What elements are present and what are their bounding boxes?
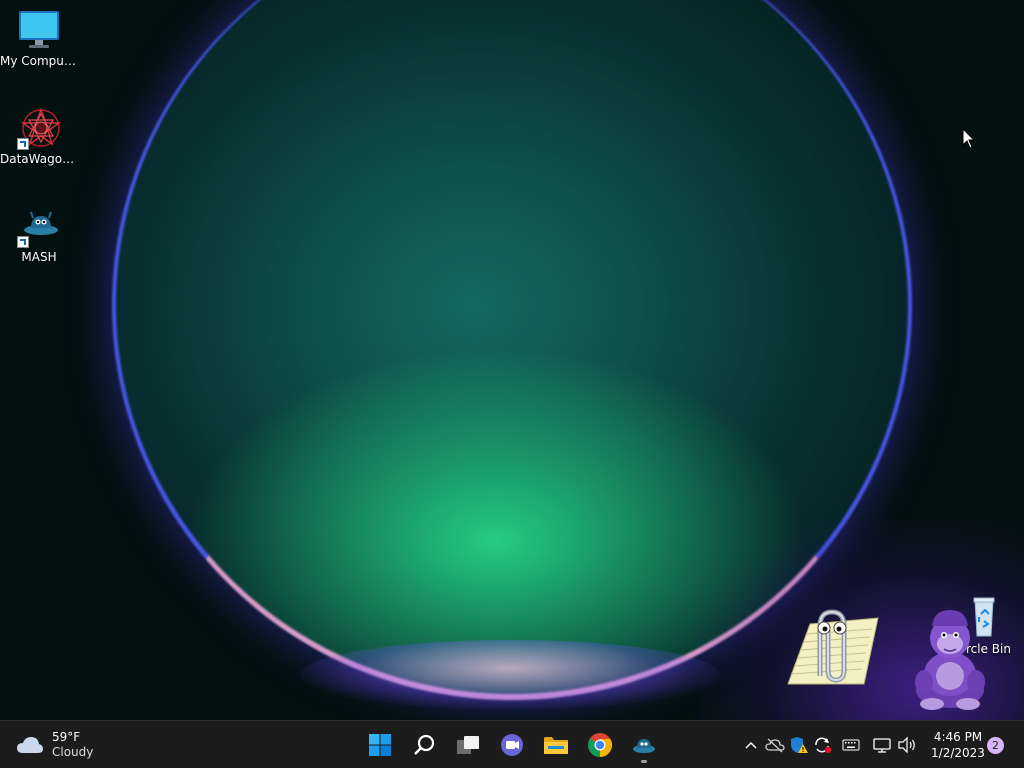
onedrive-offline-icon [765, 738, 785, 753]
sync-tray-button[interactable] [812, 733, 834, 757]
security-warning-icon [791, 737, 808, 753]
mouse-cursor-icon [962, 127, 976, 154]
weather-condition: Cloudy [52, 745, 94, 759]
chevron-up-icon [745, 742, 757, 749]
wallpaper-glow [300, 640, 720, 710]
running-indicator [641, 760, 647, 763]
clock[interactable]: 4:46 PM 1/2/2023 [926, 729, 990, 761]
desktop-icon-mash[interactable]: MASH [0, 204, 78, 264]
task-view-button[interactable] [448, 725, 488, 765]
file-explorer-button[interactable] [536, 725, 576, 765]
weather-text: 59°F Cloudy [52, 730, 93, 760]
cloud-icon [16, 735, 44, 755]
weather-widget[interactable]: 59°F Cloudy [16, 729, 93, 761]
purple-gorilla-assistant-icon [915, 610, 985, 710]
show-hidden-icons-button[interactable] [740, 733, 762, 757]
folder-icon [544, 737, 568, 754]
volume-icon [898, 736, 915, 754]
bonzi-assistant[interactable] [912, 604, 992, 716]
taskbar: 59°F Cloudy 4:46 PM 1/2/2023 2 [0, 720, 1024, 768]
start-button[interactable] [360, 725, 400, 765]
clippy-assistant[interactable] [786, 606, 882, 694]
network-icon [873, 738, 891, 753]
desktop-icon-label: DataWagon... [0, 152, 78, 166]
shortcut-arrow-icon [17, 138, 29, 150]
clock-time: 4:46 PM [933, 730, 983, 744]
security-tray-button[interactable] [788, 733, 810, 757]
desktop: My Computer DataWagon... MASH rcle Bin [0, 0, 1024, 720]
keyboard-tray-button[interactable] [840, 733, 862, 757]
keyboard-icon [842, 739, 860, 751]
datawagon-icon [17, 106, 62, 150]
search-icon [414, 734, 435, 755]
desktop-icon-datawagon[interactable]: DataWagon... [0, 106, 78, 166]
task-view-icon [457, 736, 479, 754]
desktop-icon-label: MASH [21, 250, 57, 264]
desktop-icon-my-computer[interactable]: My Computer [0, 8, 78, 68]
mash-icon [633, 739, 655, 753]
desktop-icon-label: My Computer [0, 54, 78, 68]
chrome-icon [588, 733, 613, 758]
mash-taskbar-button[interactable] [624, 725, 664, 765]
chat-button[interactable] [492, 725, 532, 765]
paperclip-assistant-icon [787, 609, 879, 685]
teams-chat-icon [501, 734, 523, 756]
search-button[interactable] [404, 725, 444, 765]
sync-error-icon [815, 737, 832, 754]
notification-badge[interactable]: 2 [987, 737, 1004, 754]
windows-logo-icon [369, 734, 391, 756]
chrome-button[interactable] [580, 725, 620, 765]
network-tray-button[interactable] [871, 733, 893, 757]
monitor-icon [17, 8, 61, 52]
onedrive-tray-button[interactable] [764, 733, 786, 757]
weather-temperature: 59°F [52, 730, 81, 744]
clock-date: 1/2/2023 [931, 746, 985, 760]
volume-tray-button[interactable] [896, 733, 918, 757]
mash-icon [17, 204, 61, 248]
shortcut-arrow-icon [17, 236, 29, 248]
